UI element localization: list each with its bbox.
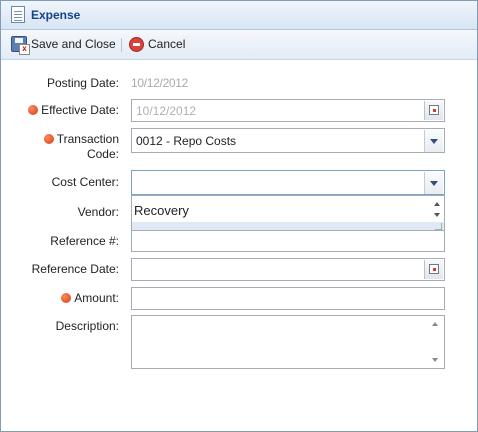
cost-center-select[interactable] [131, 170, 445, 195]
posting-date-value: 10/12/2012 [131, 76, 189, 90]
reference-number-label: Reference #: [50, 234, 119, 248]
expense-window: Expense Save and Close Cancel Posting Da… [0, 0, 478, 432]
required-indicator-icon [43, 134, 54, 144]
vendor-label: Vendor: [77, 205, 119, 219]
required-indicator-icon [61, 293, 72, 303]
document-icon [11, 6, 25, 23]
reference-date-calendar-icon[interactable] [424, 260, 443, 279]
chevron-down-icon[interactable] [424, 172, 443, 194]
dropdown-option-recovery[interactable]: Recovery [134, 203, 189, 218]
save-and-close-label: Save and Close [31, 37, 116, 51]
effective-date-label: Effective Date: [41, 103, 119, 117]
toolbar: Save and Close Cancel [1, 30, 477, 60]
transaction-code-value: 0012 - Repo Costs [136, 134, 237, 148]
cancel-label: Cancel [148, 37, 186, 51]
save-close-icon [11, 36, 30, 55]
scroll-down-icon[interactable] [432, 358, 438, 362]
required-indicator-icon [28, 105, 39, 115]
effective-date-calendar-icon[interactable] [424, 101, 443, 120]
transaction-code-label-line1: Transaction [56, 132, 119, 146]
transaction-code-label-line2: Code: [86, 147, 119, 161]
scroll-up-icon[interactable] [432, 322, 438, 326]
description-label: Description: [55, 319, 119, 333]
toolbar-separator [121, 38, 122, 52]
cost-center-label: Cost Center: [51, 175, 119, 189]
save-and-close-button[interactable]: Save and Close [11, 35, 116, 55]
posting-date-label: Posting Date: [46, 76, 119, 90]
transaction-code-select[interactable]: 0012 - Repo Costs [131, 128, 445, 153]
window-title: Expense [31, 8, 81, 22]
amount-label-wrap: Amount: [61, 291, 119, 305]
effective-date-label-wrap: Effective Date: [28, 103, 119, 117]
cancel-button[interactable]: Cancel [129, 35, 185, 53]
cancel-icon [129, 36, 144, 52]
scroll-down-icon[interactable] [434, 213, 440, 217]
reference-date-label: Reference Date: [31, 262, 119, 276]
effective-date-value: 10/12/2012 [136, 104, 197, 118]
amount-label: Amount: [74, 291, 119, 305]
chevron-down-icon[interactable] [424, 130, 443, 152]
effective-date-field[interactable]: 10/12/2012 [131, 99, 445, 122]
vendor-dropdown-list[interactable]: Recovery [131, 195, 445, 233]
amount-input[interactable] [131, 287, 445, 310]
description-textarea[interactable] [131, 315, 445, 369]
transaction-code-label-wrap: Transaction [43, 132, 119, 146]
resize-handle-icon[interactable] [435, 223, 442, 230]
reference-date-field[interactable] [131, 258, 445, 281]
title-bar: Expense [1, 1, 477, 30]
reference-number-input[interactable] [131, 230, 445, 252]
scroll-up-icon[interactable] [434, 202, 440, 206]
